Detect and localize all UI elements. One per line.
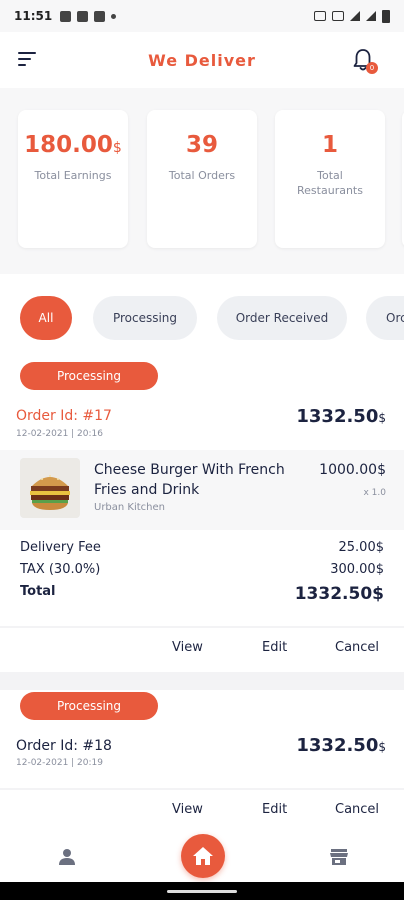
- stat-label: Total Restaurants: [297, 169, 363, 197]
- person-icon[interactable]: [58, 848, 76, 870]
- stat-label: Total Orders: [168, 169, 236, 182]
- cloud-notification-icon: [94, 10, 106, 22]
- stat-value: 39: [185, 132, 218, 158]
- order-total: 1332.50$: [296, 406, 386, 427]
- fee-value: 25.00$: [338, 540, 385, 555]
- bottom-navigation: [0, 818, 404, 882]
- app-title: We Deliver: [148, 50, 256, 70]
- hotspot-icon: [314, 11, 326, 21]
- image-notification-icon: [60, 10, 72, 22]
- order-filter-tabs: All Processing Order Received Orc: [0, 274, 404, 362]
- cancel-button[interactable]: Cancel: [335, 802, 379, 817]
- cancel-button[interactable]: Cancel: [335, 640, 379, 655]
- order-id: Order Id: #18: [16, 738, 112, 754]
- fee-value: 300.00$: [330, 562, 384, 577]
- stat-card-orders: 39 Total Orders: [147, 110, 257, 248]
- edit-button[interactable]: Edit: [262, 802, 287, 817]
- gesture-navigation-bar: [0, 882, 404, 900]
- store-icon[interactable]: [330, 849, 348, 869]
- volte-icon: [332, 11, 344, 21]
- item-price: 1000.00$: [319, 462, 386, 478]
- item-name: Cheese Burger With French Fries and Drin…: [94, 462, 285, 498]
- app-bar: We Deliver 0: [0, 32, 404, 88]
- menu-icon[interactable]: [18, 52, 38, 68]
- view-button[interactable]: View: [172, 802, 203, 817]
- total-row: Total 1332.50$: [20, 584, 384, 604]
- order-card: Processing Order Id: #17 12-02-2021 | 20…: [0, 362, 404, 626]
- app-notification-icon: [77, 10, 89, 22]
- notification-bell-icon[interactable]: 0: [352, 48, 378, 74]
- fee-label: Delivery Fee: [20, 540, 101, 555]
- order-date: 12-02-2021 | 20:19: [16, 758, 103, 768]
- burger-image: [20, 458, 80, 518]
- order-date: 12-02-2021 | 20:16: [16, 429, 103, 439]
- filter-chip-processing[interactable]: Processing: [93, 296, 197, 340]
- signal-icon: [350, 11, 360, 21]
- view-button[interactable]: View: [172, 640, 203, 655]
- stat-card-restaurants: 1 Total Restaurants: [275, 110, 385, 248]
- item-quantity: x 1.0: [363, 488, 387, 498]
- status-time: 11:51: [14, 9, 53, 23]
- edit-button[interactable]: Edit: [262, 640, 287, 655]
- item-restaurant: Urban Kitchen: [94, 502, 166, 513]
- order-id: Order Id: #17: [16, 408, 112, 424]
- delivery-fee-row: Delivery Fee 25.00$: [20, 540, 384, 555]
- filter-chip-all[interactable]: All: [20, 296, 72, 340]
- notification-badge: 0: [366, 62, 378, 74]
- order-actions: View Edit Cancel: [0, 628, 404, 672]
- stat-value: 1: [321, 132, 338, 158]
- signal-2-icon: [366, 11, 376, 21]
- stats-section: 180.00$ Total Earnings 39 Total Orders 1…: [0, 88, 404, 274]
- notification-icons: [60, 10, 117, 22]
- order-item[interactable]: Cheese Burger With French Fries and Drin…: [0, 450, 404, 530]
- fee-label: Total: [20, 584, 56, 599]
- tax-row: TAX (30.0%) 300.00$: [20, 562, 384, 577]
- stat-card-earnings: 180.00$ Total Earnings: [18, 110, 128, 248]
- order-total: 1332.50$: [296, 735, 386, 756]
- order-actions: View Edit Cancel: [0, 790, 404, 818]
- fee-label: TAX (30.0%): [20, 562, 101, 577]
- home-icon[interactable]: [181, 834, 225, 878]
- order-status-badge[interactable]: Processing: [20, 362, 158, 390]
- filter-chip-next[interactable]: Orc: [366, 296, 404, 340]
- more-notifications-icon: [111, 13, 117, 19]
- status-bar: 11:51: [0, 0, 404, 32]
- battery-icon: [382, 9, 390, 23]
- filter-chip-order-received[interactable]: Order Received: [217, 296, 347, 340]
- order-card: Processing Order Id: #18 12-02-2021 | 20…: [0, 690, 404, 788]
- system-icons: [314, 9, 390, 23]
- stat-label: Total Earnings: [34, 169, 112, 182]
- stat-value: 180.00$: [24, 132, 122, 158]
- order-status-badge[interactable]: Processing: [20, 692, 158, 720]
- fee-value: 1332.50$: [294, 584, 384, 604]
